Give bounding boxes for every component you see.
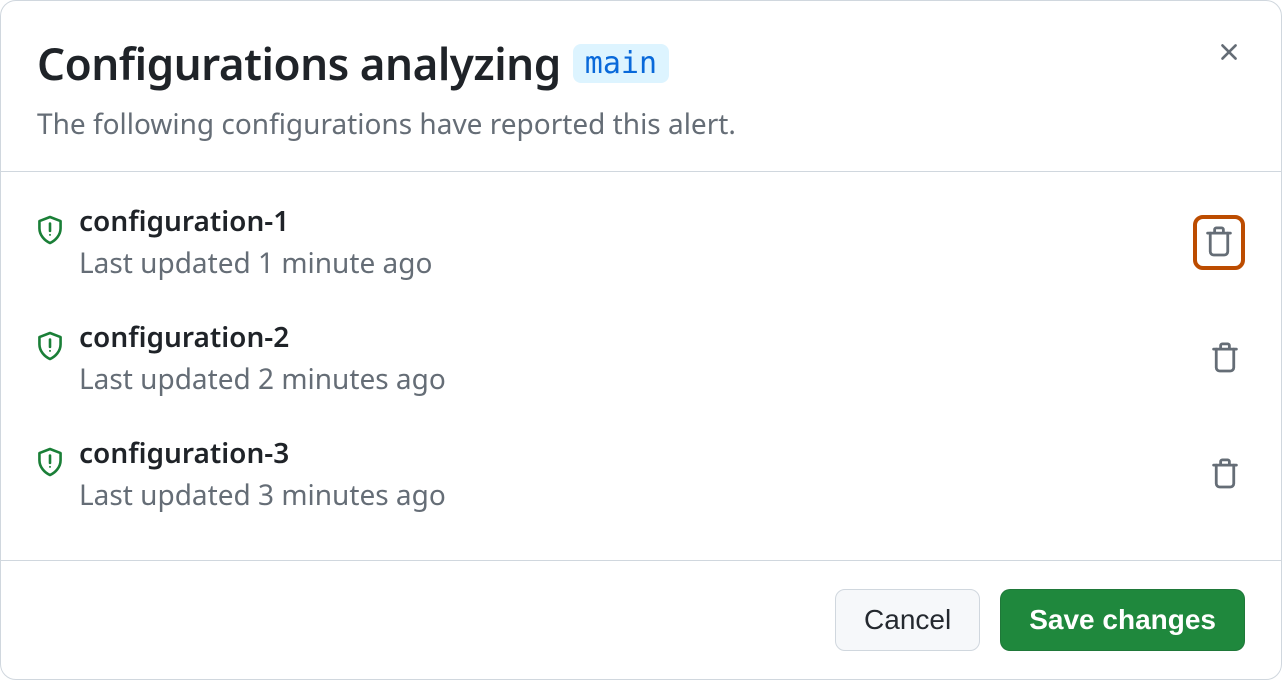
configuration-info: configuration-3 Last updated 3 minutes a…	[79, 434, 1189, 514]
configuration-updated: Last updated 3 minutes ago	[79, 476, 1189, 514]
configuration-item: configuration-1 Last updated 1 minute ag…	[1, 184, 1281, 300]
dialog-subtitle: The following configurations have report…	[37, 105, 1245, 143]
shield-alert-icon	[37, 331, 63, 357]
configuration-updated: Last updated 1 minute ago	[79, 244, 1177, 282]
configuration-name: configuration-1	[79, 202, 1177, 240]
dialog-title: Configurations analyzing	[37, 33, 561, 93]
save-changes-button[interactable]: Save changes	[1000, 589, 1245, 651]
delete-configuration-button[interactable]	[1205, 335, 1245, 382]
configuration-updated: Last updated 2 minutes ago	[79, 360, 1189, 398]
shield-alert-icon	[37, 447, 63, 473]
shield-alert-icon	[37, 215, 63, 241]
configuration-info: configuration-1 Last updated 1 minute ag…	[79, 202, 1177, 282]
configuration-name: configuration-3	[79, 434, 1189, 472]
configuration-name: configuration-2	[79, 318, 1189, 356]
trash-icon	[1211, 341, 1239, 376]
title-row: Configurations analyzing main	[37, 33, 1245, 93]
configuration-info: configuration-2 Last updated 2 minutes a…	[79, 318, 1189, 398]
delete-configuration-button[interactable]	[1205, 451, 1245, 498]
delete-configuration-button[interactable]	[1193, 215, 1245, 270]
dialog-footer: Cancel Save changes	[1, 560, 1281, 679]
cancel-button[interactable]: Cancel	[835, 589, 980, 651]
close-icon	[1215, 38, 1243, 69]
configurations-dialog: Configurations analyzing main The follow…	[0, 0, 1282, 680]
branch-badge: main	[573, 44, 669, 83]
configuration-item: configuration-2 Last updated 2 minutes a…	[1, 300, 1281, 416]
trash-icon	[1205, 225, 1233, 260]
dialog-header: Configurations analyzing main The follow…	[1, 1, 1281, 172]
configuration-list: configuration-1 Last updated 1 minute ag…	[1, 172, 1281, 560]
trash-icon	[1211, 457, 1239, 492]
close-button[interactable]	[1213, 37, 1245, 69]
configuration-item: configuration-3 Last updated 3 minutes a…	[1, 416, 1281, 532]
